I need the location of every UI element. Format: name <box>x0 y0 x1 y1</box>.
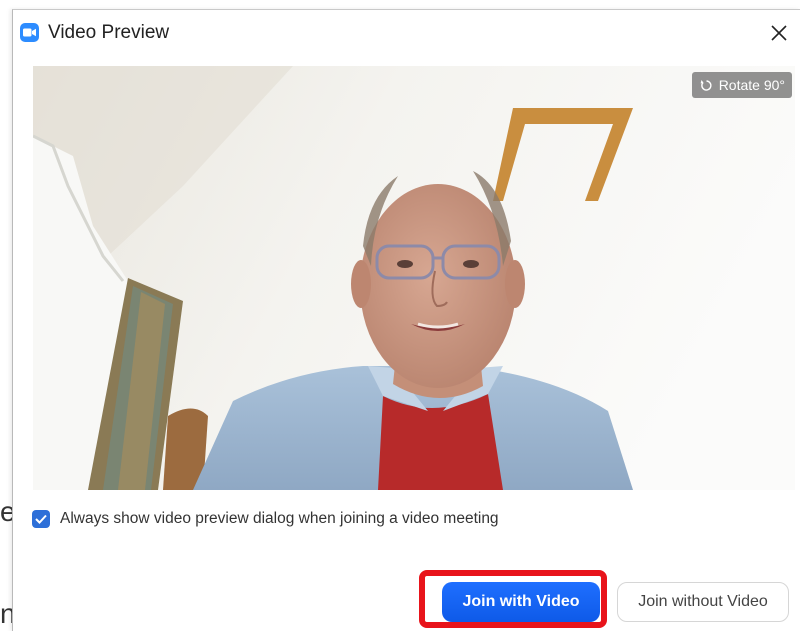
rotate-label: Rotate 90° <box>718 77 785 93</box>
camera-feed-image <box>33 66 795 490</box>
always-show-preview-option[interactable]: Always show video preview dialog when jo… <box>32 510 499 528</box>
rotate-90-button[interactable]: Rotate 90° <box>691 72 792 98</box>
join-with-video-button[interactable]: Join with Video <box>442 582 600 622</box>
rotate-icon <box>700 79 712 91</box>
camera-preview: Rotate 90° <box>33 66 795 490</box>
always-show-preview-label: Always show video preview dialog when jo… <box>60 510 499 527</box>
zoom-camera-icon <box>20 23 39 42</box>
dialog-title: Video Preview <box>48 22 170 43</box>
close-button[interactable] <box>764 18 794 48</box>
video-preview-dialog: Video Preview Rotate 90° Always show vid… <box>12 9 800 631</box>
join-without-video-button[interactable]: Join without Video <box>617 582 789 622</box>
always-show-preview-checkbox[interactable] <box>32 510 50 528</box>
close-icon <box>771 25 787 41</box>
dialog-titlebar: Video Preview <box>13 10 800 56</box>
checkmark-icon <box>35 514 47 524</box>
